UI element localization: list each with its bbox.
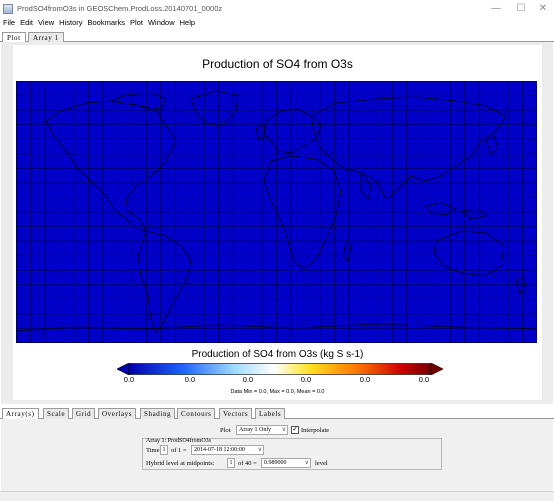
map-area[interactable] xyxy=(15,80,538,344)
close-button[interactable]: ✕ xyxy=(530,0,554,17)
chevron-down-icon: ∨ xyxy=(281,427,286,433)
tab-grid[interactable]: Grid xyxy=(72,408,96,419)
colorbar xyxy=(116,362,444,376)
plot-canvas: Production of SO4 from O3s Production of… xyxy=(13,45,542,400)
time-index-field[interactable]: 1 xyxy=(160,445,168,455)
settings-tabs: Array(s) Scale Grid Overlays Shading Con… xyxy=(0,407,554,419)
colorbar-tick: 0.0 xyxy=(184,375,196,384)
tab-vectors[interactable]: Vectors xyxy=(219,408,253,419)
level-select[interactable]: 0.989000 ∨ xyxy=(261,458,311,468)
menu-help[interactable]: Help xyxy=(180,18,195,27)
menu-file[interactable]: File xyxy=(3,18,15,27)
tab-contours[interactable]: Contours xyxy=(177,408,216,419)
colorbar-min-arrow xyxy=(116,362,130,376)
view-tabs: Plot Array 1 xyxy=(0,30,554,44)
tab-labels[interactable]: Labels xyxy=(255,408,286,419)
colorbar-tick: 0.0 xyxy=(418,375,430,384)
menu-view[interactable]: View xyxy=(38,18,54,27)
menu-edit[interactable]: Edit xyxy=(20,18,33,27)
arrays-settings-panel: Plot Array 1 Only ∨ ✓ Interpolate Array … xyxy=(1,419,553,491)
app-icon xyxy=(3,3,13,14)
time-select[interactable]: 2014-07-18 12:00:00 ∨ xyxy=(191,445,264,455)
array-1-group: Array 1: ProdSO4fromO3s Time: 1 of 1 = 2… xyxy=(142,438,442,470)
interpolate-label: Interpolate xyxy=(301,427,330,434)
colorbar-tick: 0.0 xyxy=(359,375,371,384)
status-bar xyxy=(0,491,554,501)
plot-title: Production of SO4 from O3s xyxy=(202,57,353,71)
menu-history[interactable]: History xyxy=(59,18,82,27)
menu-bar: File Edit View History Bookmarks Plot Wi… xyxy=(0,17,554,28)
colorbar-tick: 0.0 xyxy=(242,375,254,384)
chevron-down-icon: ∨ xyxy=(304,460,309,466)
plot-mode-label: Plot xyxy=(220,427,231,434)
colorbar-max-arrow xyxy=(430,362,444,376)
menu-bookmarks[interactable]: Bookmarks xyxy=(88,18,126,27)
time-label: Time: xyxy=(146,447,162,454)
level-of-label: of 40 = xyxy=(238,460,257,467)
window-title: ProdSO4fromO3s in GEOSChem.ProdLoss.2014… xyxy=(17,4,223,13)
menu-window[interactable]: Window xyxy=(148,18,175,27)
data-stats: Data Min = 0.0, Max = 0.0, Mean = 0.0 xyxy=(230,389,325,395)
colorbar-tick: 0.0 xyxy=(123,375,135,384)
world-map[interactable] xyxy=(15,80,538,344)
tab-shading[interactable]: Shading xyxy=(140,408,176,419)
interpolate-checkbox[interactable]: ✓ xyxy=(291,426,299,434)
title-bar: ProdSO4fromO3s in GEOSChem.ProdLoss.2014… xyxy=(0,0,554,17)
plot-mode-select[interactable]: Array 1 Only ∨ xyxy=(236,425,288,435)
colorbar-title: Production of SO4 from O3s (kg S s-1) xyxy=(191,349,364,360)
level-label: Hybrid level at midpoints: xyxy=(146,460,215,467)
colorbar-gradient xyxy=(128,363,432,375)
array-group-title: Array 1: ProdSO4fromO3s xyxy=(146,438,211,444)
level-unit-label: level xyxy=(315,460,328,467)
level-index-field[interactable]: 1 xyxy=(227,458,235,468)
colorbar-svg xyxy=(116,362,444,376)
time-value: 2014-07-18 12:00:00 xyxy=(194,447,245,453)
plot-mode-value: Array 1 Only xyxy=(239,427,271,433)
tab-overlays[interactable]: Overlays xyxy=(98,408,137,419)
chevron-down-icon: ∨ xyxy=(257,447,262,453)
menu-plot[interactable]: Plot xyxy=(130,18,143,27)
level-value: 0.989000 xyxy=(264,460,287,466)
tab-arrays[interactable]: Array(s) xyxy=(2,408,39,419)
colorbar-tick: 0.0 xyxy=(300,375,312,384)
tab-scale[interactable]: Scale xyxy=(43,408,70,419)
minimize-button[interactable]: — xyxy=(483,0,509,17)
time-of-label: of 1 = xyxy=(171,447,187,454)
